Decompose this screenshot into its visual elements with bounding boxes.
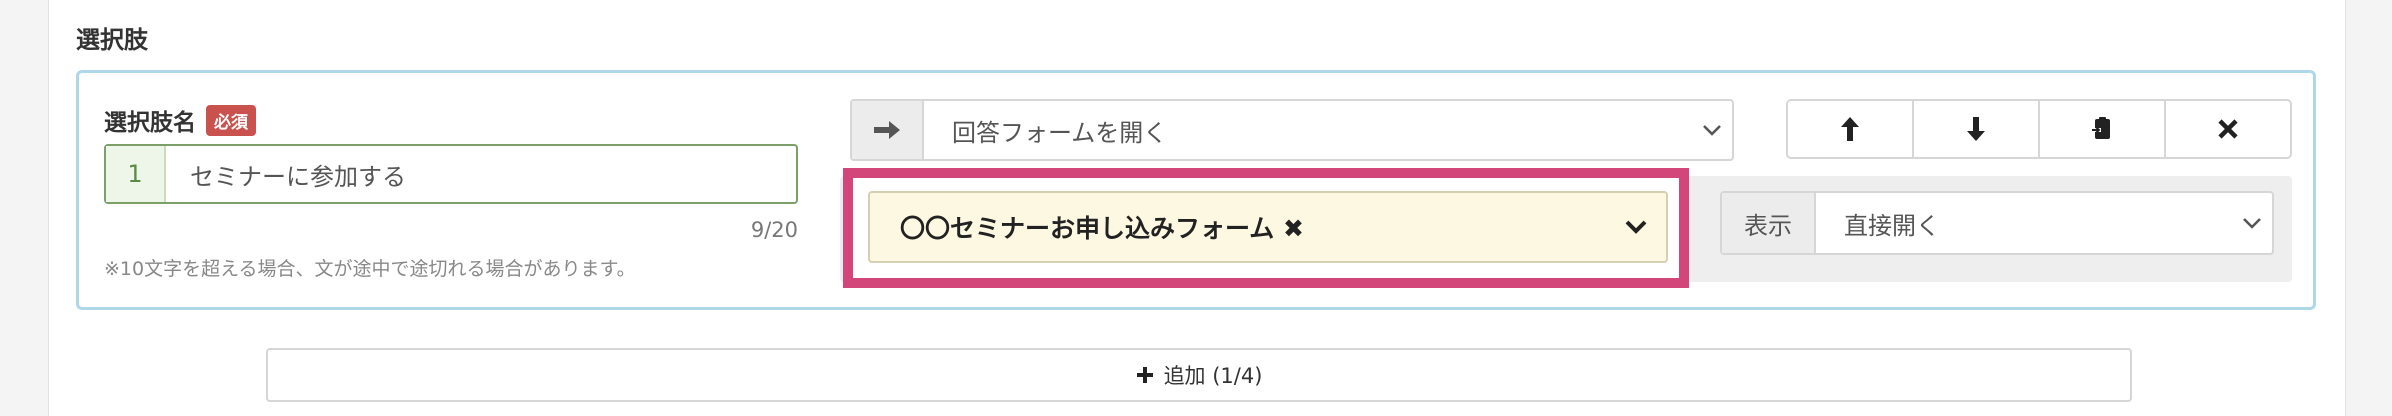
arrow-down-icon [1967,117,1985,141]
required-badge: 必須 [206,104,256,136]
arrow-up-icon [1841,117,1859,141]
choice-name-label-text: 選択肢名 [104,110,196,136]
copy-button[interactable] [2040,101,2166,157]
chevron-down-icon [1606,220,1666,234]
char-count: 9/20 [750,218,798,242]
choice-name-label: 選択肢名 必須 [104,103,256,137]
delete-button[interactable] [2166,101,2290,157]
form-select[interactable]: 〇〇セミナーお申し込みフォーム ✖ [868,191,1668,263]
choice-name-input[interactable]: 1 セミナーに参加する [104,144,798,204]
add-choice-button[interactable]: 追加 (1/4) [266,348,2132,402]
move-down-button[interactable] [1914,101,2040,157]
choice-actions [1786,99,2292,159]
length-note: ※10文字を超える場合、文が途中で途切れる場合があります。 [104,258,636,280]
display-value: 直接開く [1844,211,1940,240]
choice-name-value[interactable]: セミナーに参加する [166,157,406,192]
action-select-value: 回答フォームを開く [952,118,1168,147]
choice-index: 1 [106,146,166,202]
action-select[interactable]: 回答フォームを開く [850,99,1734,161]
section-title: 選択肢 [76,26,148,54]
add-choice-label: 追加 (1/4) [1163,364,1263,388]
display-label: 表示 [1722,193,1816,253]
close-icon [2218,119,2238,139]
display-select[interactable]: 表示 直接開く [1720,191,2274,255]
chevron-down-icon [1692,124,1732,136]
arrow-right-icon [852,101,924,159]
move-up-button[interactable] [1788,101,1914,157]
paste-icon [2091,117,2110,139]
chevron-down-icon [2232,217,2272,229]
plus-icon [1136,367,1153,383]
form-select-value: 〇〇セミナーお申し込みフォーム ✖ [900,214,1304,243]
